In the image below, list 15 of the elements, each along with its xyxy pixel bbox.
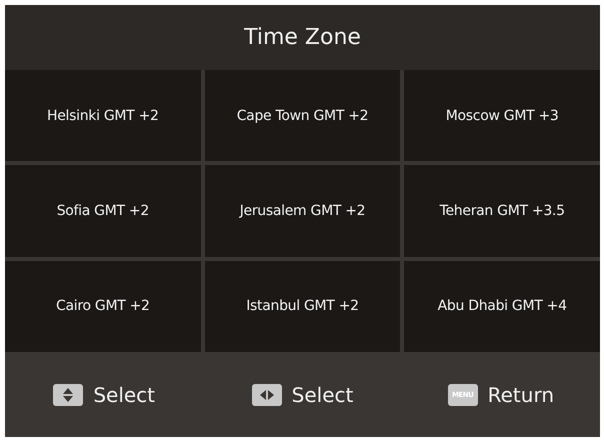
time-zone-option[interactable]: Helsinki GMT +2 [5, 70, 201, 162]
time-zone-option[interactable]: Abu Dhabi GMT +4 [404, 260, 600, 352]
left-right-key-icon [252, 384, 282, 406]
hint-label: Return [488, 382, 554, 406]
hint-label: Select [93, 382, 156, 406]
time-zone-option[interactable]: Cape Town GMT +2 [204, 70, 400, 162]
window-title: Time Zone [244, 25, 361, 50]
time-zone-option[interactable]: Istanbul GMT +2 [204, 260, 400, 352]
hint-label: Select [292, 382, 354, 406]
up-down-key-icon [53, 384, 84, 406]
time-zone-option[interactable]: Cairo GMT +2 [5, 260, 201, 352]
time-zone-option[interactable]: Teheran GMT +3.5 [404, 165, 600, 257]
time-zone-option[interactable]: Sofia GMT +2 [5, 165, 201, 257]
time-zone-option[interactable]: Jerusalem GMT +2 [204, 165, 400, 257]
time-zone-option[interactable]: Moscow GMT +3 [404, 70, 600, 162]
